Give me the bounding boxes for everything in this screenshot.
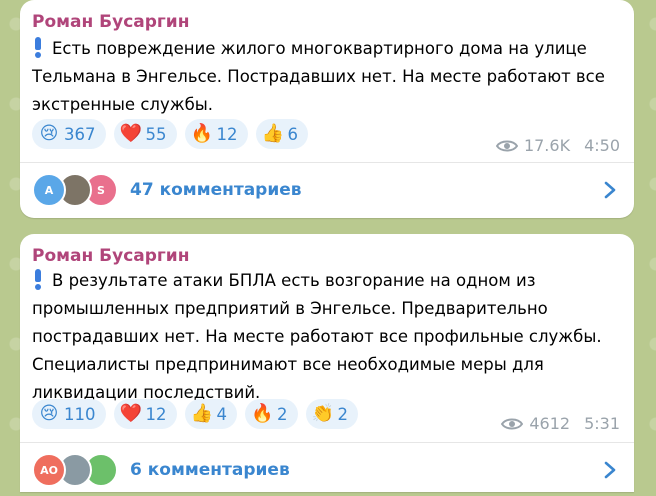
reaction-button[interactable]: 🔥 2 [245, 399, 298, 429]
post-author[interactable]: Роман Бусаргин [32, 246, 189, 266]
reaction-count: 4 [216, 404, 228, 424]
exclamation-icon [32, 269, 44, 290]
heart-icon: ❤️ [119, 123, 142, 144]
post-text-body: Есть повреждение жилого многоквартирного… [32, 39, 605, 114]
reaction-count: 12 [145, 404, 167, 424]
comments-link[interactable]: 47 комментариев [130, 180, 302, 200]
avatar: A [32, 173, 66, 207]
fire-icon: 🔥 [190, 123, 213, 144]
comments-link[interactable]: 6 комментариев [130, 460, 290, 480]
divider [20, 442, 634, 443]
reaction-button[interactable]: 👍 4 [184, 399, 237, 429]
eye-icon [501, 418, 524, 429]
chevron-right-icon[interactable] [604, 461, 616, 479]
chevron-right-icon[interactable] [604, 181, 616, 199]
divider [20, 162, 634, 163]
crying-face-icon: 😢 [39, 123, 59, 144]
heart-icon: ❤️ [119, 403, 142, 424]
post-text-body: В результате атаки БПЛА есть возгорание … [32, 271, 602, 402]
comments-row[interactable]: A S 47 комментариев [20, 164, 634, 216]
clapping-hands-icon: 👏 [311, 403, 334, 424]
view-count: 17.6K [523, 136, 571, 155]
post-time: 5:31 [584, 414, 620, 433]
commenter-avatars: A S [32, 173, 120, 207]
exclamation-icon [32, 37, 44, 58]
reaction-button[interactable]: 🔥 12 [184, 119, 248, 149]
reaction-button[interactable]: 😢 110 [32, 399, 106, 429]
crying-face-icon: 😢 [39, 403, 59, 424]
view-count: 4612 [529, 414, 571, 433]
channel-post: Роман Бусаргин В результате атаки БПЛА е… [20, 234, 634, 492]
reaction-button[interactable]: 👍 6 [255, 119, 308, 149]
reaction-button[interactable]: ❤️ 12 [113, 399, 177, 429]
commenter-avatars: AO [32, 453, 120, 487]
channel-post: Роман Бусаргин Есть повреждение жилого м… [20, 0, 634, 218]
reaction-count: 2 [337, 404, 349, 424]
reaction-count: 110 [64, 404, 96, 424]
thumbs-up-icon: 👍 [261, 123, 284, 144]
post-text: В результате атаки БПЛА есть возгорание … [32, 267, 620, 407]
post-meta: 4612 5:31 [501, 414, 620, 433]
comments-row[interactable]: AO 6 комментариев [20, 444, 634, 496]
post-text: Есть повреждение жилого многоквартирного… [32, 35, 620, 119]
reaction-button[interactable]: 😢 367 [32, 119, 106, 149]
post-meta: 17.6K 4:50 [495, 136, 620, 155]
reactions-bar: 😢 110 ❤️ 12 👍 4 🔥 2 👏 2 [32, 399, 358, 429]
reactions-bar: 😢 367 ❤️ 55 🔥 12 👍 6 [32, 119, 308, 149]
reaction-count: 55 [145, 124, 167, 144]
reaction-count: 2 [277, 404, 288, 424]
reaction-button[interactable]: 👏 2 [305, 399, 358, 429]
post-time: 4:50 [584, 136, 620, 155]
thumbs-up-icon: 👍 [190, 403, 213, 424]
reaction-count: 12 [216, 124, 238, 144]
reaction-count: 6 [287, 124, 299, 144]
avatar: AO [32, 453, 66, 487]
reaction-button[interactable]: ❤️ 55 [113, 119, 177, 149]
eye-icon [495, 140, 518, 151]
fire-icon: 🔥 [251, 403, 274, 424]
reaction-count: 367 [64, 124, 96, 144]
post-author[interactable]: Роман Бусаргин [32, 12, 189, 32]
